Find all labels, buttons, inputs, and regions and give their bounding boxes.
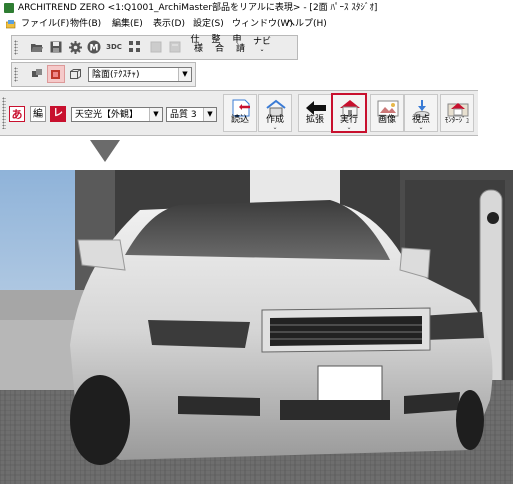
create-button[interactable]: 作成 ⌄ — [258, 94, 292, 132]
spec-button[interactable]: 仕 様 — [189, 36, 204, 54]
texture-mode-icon[interactable] — [47, 65, 65, 83]
toolbar-grip[interactable] — [14, 67, 18, 82]
window-title: ARCHITREND ZERO <1:Q1001_ArchiMaster部品をリ… — [18, 3, 378, 13]
edit-button[interactable]: 編 — [30, 106, 46, 122]
chevron-down-icon: ⌄ — [259, 46, 265, 53]
svg-text:M: M — [90, 44, 99, 54]
image-label: 画像 — [377, 115, 396, 125]
menu-settings[interactable]: 設定(S) — [193, 16, 224, 32]
rendered-car-image — [0, 170, 513, 484]
chevron-down-icon[interactable]: ⌄ — [259, 125, 291, 131]
open-icon[interactable] — [28, 38, 46, 56]
sky-light-select[interactable]: 天空光【外観】 ▼ — [71, 107, 163, 122]
save-icon[interactable] — [47, 38, 65, 56]
document-menu-icon[interactable] — [6, 19, 16, 29]
load-button[interactable]: 読込 — [223, 94, 257, 132]
chevron-down-icon[interactable]: ⌄ — [405, 125, 437, 131]
sky-light-value: 天空光【外観】 — [75, 110, 139, 120]
montage-label: ﾓﾝﾀｰｼﾞｭ — [444, 116, 470, 124]
hiragana-button[interactable]: あ — [9, 106, 25, 122]
menu-view[interactable]: 表示(D) — [153, 16, 185, 32]
load-label: 読込 — [230, 115, 249, 125]
main-toolbar: M 3DC 仕 様 整 合 申 請 ナビ ⌄ — [11, 35, 298, 60]
menu-property[interactable]: 物件(B) — [70, 16, 101, 32]
viewpoint-button[interactable]: 視点 ⌄ — [404, 94, 438, 132]
render-mode-select[interactable]: 陰面(ﾃｸｽﾁｬ) ▼ — [88, 67, 192, 82]
image-button[interactable]: 画像 — [370, 94, 404, 132]
layer-icon[interactable] — [28, 65, 46, 83]
disabled-tool-icon-1 — [147, 38, 165, 56]
title-bar: ARCHITREND ZERO <1:Q1001_ArchiMaster部品をリ… — [0, 0, 513, 16]
settings-icon[interactable] — [66, 38, 84, 56]
menu-window[interactable]: ウィンドウ(W) — [232, 16, 293, 32]
grid-icon[interactable] — [126, 38, 144, 56]
m-icon[interactable]: M — [85, 38, 103, 56]
menu-bar: ファイル(F) 物件(B) 編集(E) 表示(D) 設定(S) ウィンドウ(W)… — [0, 16, 513, 32]
chevron-down-icon[interactable]: ▼ — [203, 108, 216, 121]
render-viewport[interactable] — [0, 170, 513, 484]
chevron-down-icon[interactable]: ▼ — [149, 108, 162, 121]
3dc-icon[interactable]: 3DC — [105, 38, 123, 56]
render-button-re[interactable]: レ — [50, 106, 66, 122]
navi-button[interactable]: ナビ ⌄ — [253, 37, 271, 53]
chevron-down-icon[interactable]: ⌄ — [333, 125, 365, 131]
disabled-tool-icon-2 — [166, 38, 184, 56]
extend-label: 拡張 — [305, 115, 324, 125]
consistency-bottom: 合 — [215, 44, 225, 54]
spec-bottom: 様 — [194, 44, 204, 54]
quality-select[interactable]: 品質 3 ▼ — [166, 107, 217, 122]
toolbar-grip[interactable] — [14, 40, 18, 55]
render-toolbar: 陰面(ﾃｸｽﾁｬ) ▼ — [11, 62, 196, 87]
render-command-toolbar: あ 編 レ 天空光【外観】 ▼ 品質 3 ▼ 読込 作成 ⌄ 拡張 実行 ⌄ 画… — [0, 90, 478, 136]
menu-file[interactable]: ファイル(F) — [21, 16, 69, 32]
menu-help[interactable]: ヘルプ(H) — [286, 16, 327, 32]
app-icon — [4, 3, 14, 13]
extend-button[interactable]: 拡張 — [298, 94, 332, 132]
application-bottom: 請 — [236, 44, 246, 54]
consistency-button[interactable]: 整 合 — [210, 36, 225, 54]
render-mode-value: 陰面(ﾃｸｽﾁｬ) — [92, 70, 140, 80]
quality-value: 品質 3 — [170, 110, 197, 120]
wireframe-icon[interactable] — [66, 65, 84, 83]
application-button[interactable]: 申 請 — [231, 36, 246, 54]
toolbar-grip[interactable] — [2, 97, 6, 129]
menu-edit[interactable]: 編集(E) — [112, 16, 143, 32]
down-arrow-icon — [90, 140, 120, 162]
execute-button[interactable]: 実行 ⌄ — [331, 93, 367, 133]
chevron-down-icon[interactable]: ▼ — [178, 68, 191, 81]
montage-button[interactable]: ﾓﾝﾀｰｼﾞｭ — [440, 94, 474, 132]
